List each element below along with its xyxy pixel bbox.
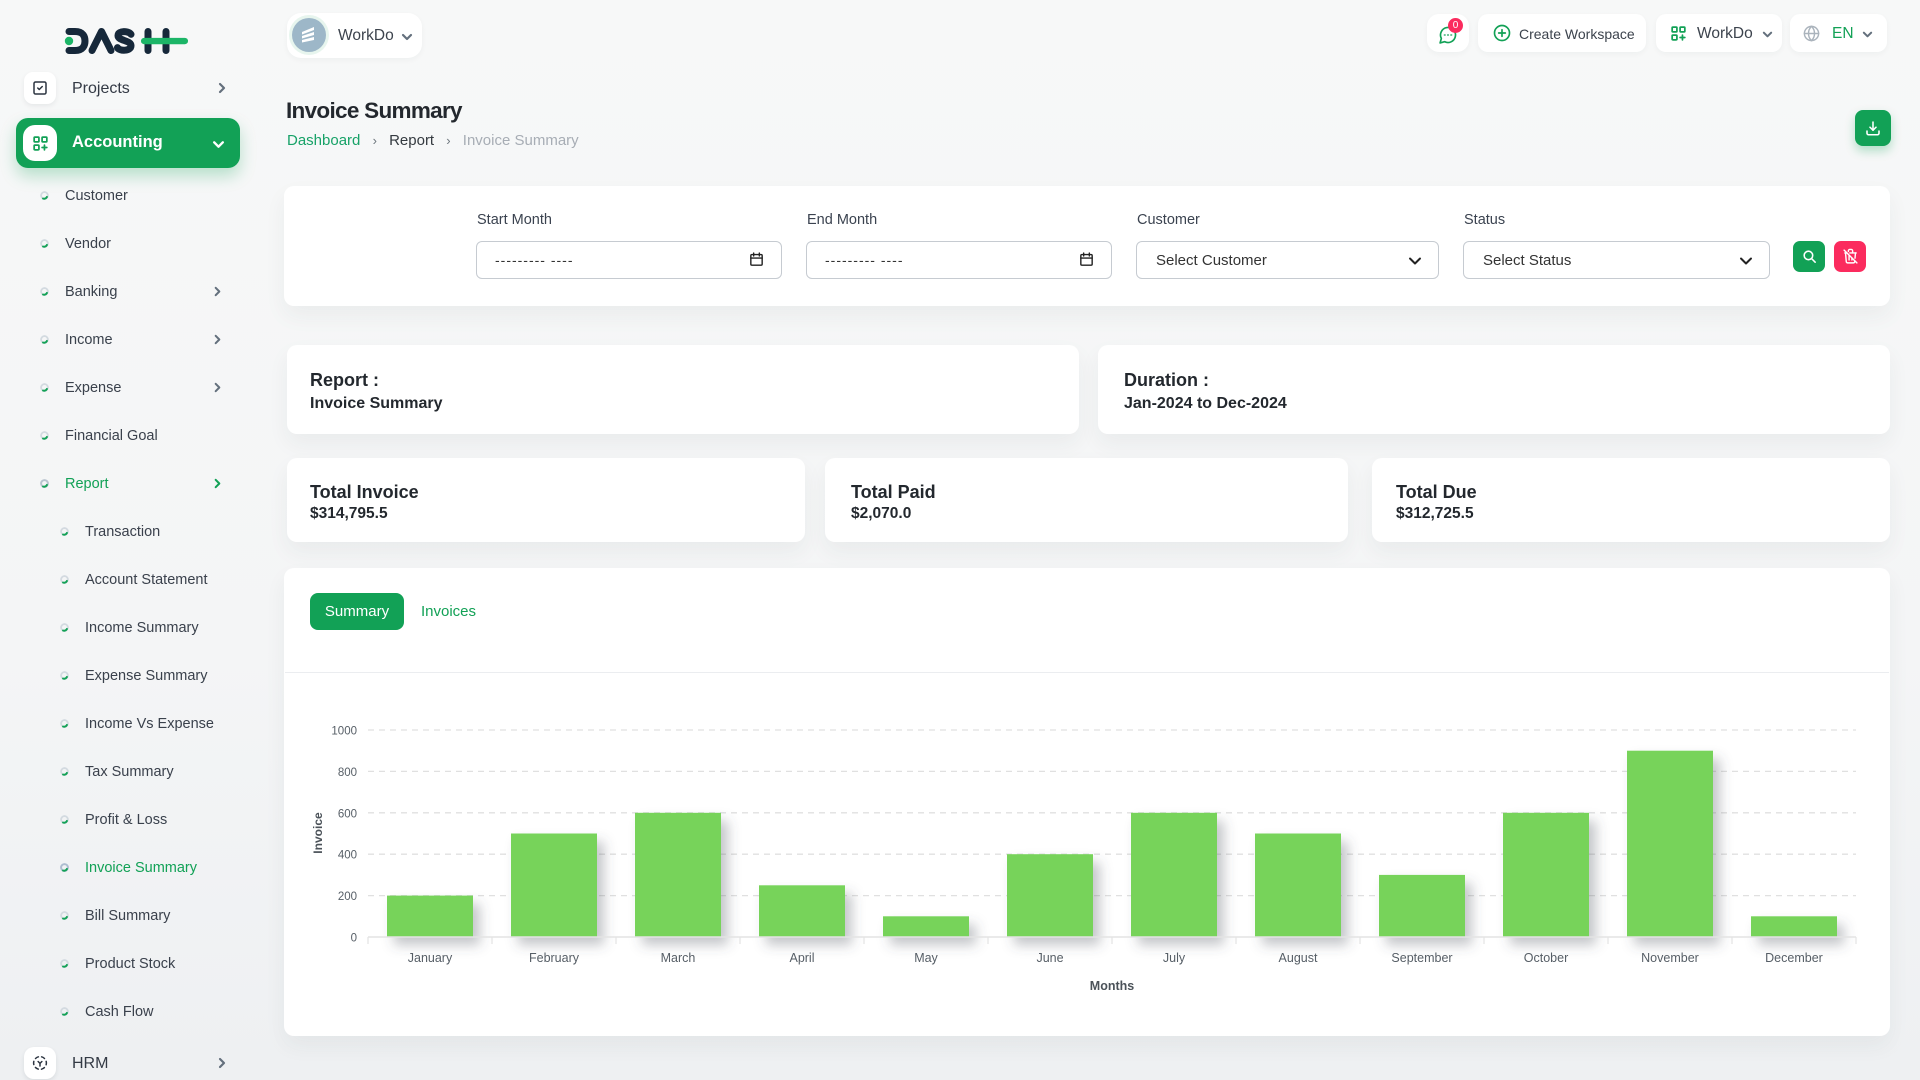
svg-text:November: November	[1641, 951, 1699, 965]
svg-text:June: June	[1036, 951, 1063, 965]
svg-text:Months: Months	[1090, 979, 1134, 993]
svg-text:October: October	[1524, 951, 1568, 965]
svg-text:December: December	[1765, 951, 1823, 965]
svg-text:1000: 1000	[331, 726, 357, 738]
svg-text:July: July	[1163, 951, 1186, 965]
svg-text:Invoice: Invoice	[311, 812, 325, 854]
svg-text:August: August	[1279, 951, 1318, 965]
svg-text:September: September	[1391, 951, 1452, 965]
svg-text:January: January	[408, 951, 453, 965]
svg-text:May: May	[914, 951, 938, 965]
svg-text:February: February	[529, 951, 580, 965]
svg-text:400: 400	[338, 850, 357, 862]
svg-text:March: March	[661, 951, 696, 965]
svg-text:800: 800	[338, 767, 357, 779]
svg-text:200: 200	[338, 891, 357, 903]
svg-text:600: 600	[338, 808, 357, 820]
svg-text:April: April	[789, 951, 814, 965]
svg-text:0: 0	[351, 933, 357, 945]
